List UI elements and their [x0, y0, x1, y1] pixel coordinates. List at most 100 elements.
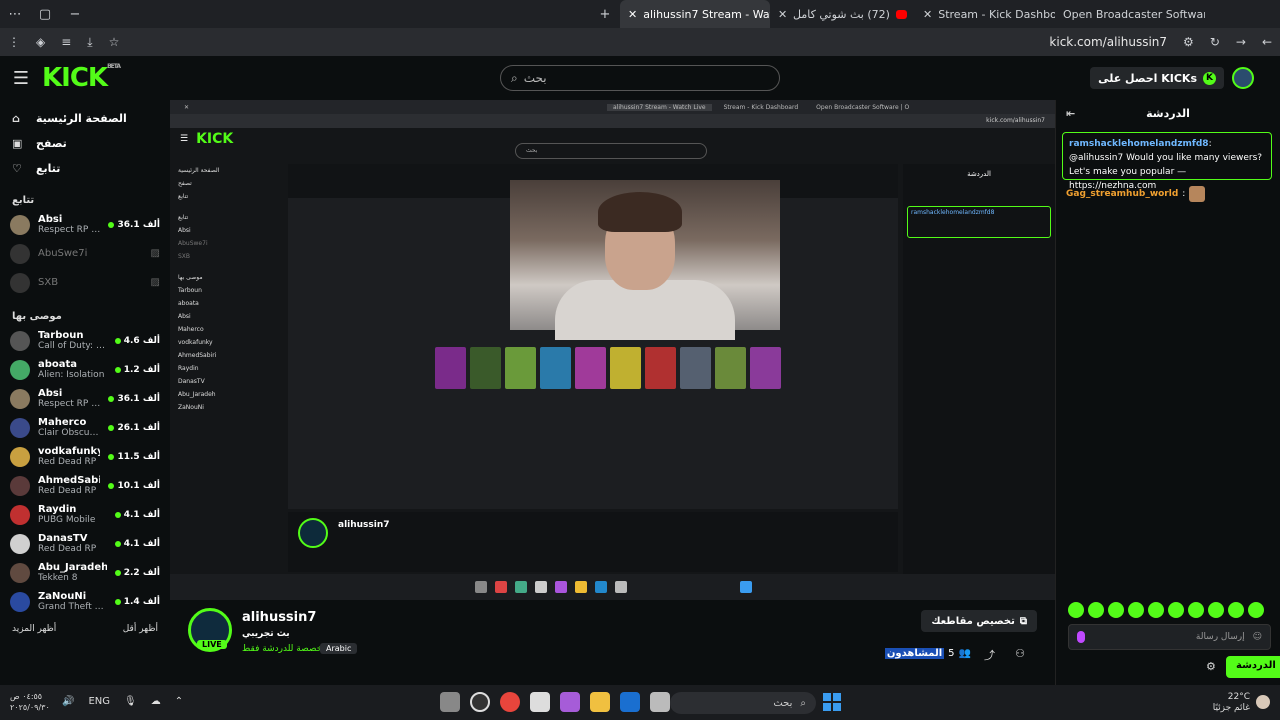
user-avatar[interactable] — [1232, 67, 1254, 89]
stream-category[interactable]: مخصصة للدردشة فقط — [242, 644, 327, 654]
tab-kick-dashboard[interactable]: ✕ Stream - Kick Dashboard K — [915, 0, 1055, 28]
cloud-icon[interactable]: ☁ — [151, 696, 161, 707]
emote-icon[interactable] — [1148, 602, 1164, 618]
channel-item[interactable]: SXB ▨ — [0, 268, 170, 297]
url-field[interactable]: kick.com/alihussin7 — [1049, 35, 1167, 49]
chat-username[interactable]: ramshacklehomelandzmfd8 — [1069, 139, 1209, 149]
channel-item[interactable]: AhmedSabiriRed Dead RP10.1 ألف — [0, 471, 170, 500]
channel-item[interactable]: MahercoClair Obscur: Exp...26.1 ألف — [0, 413, 170, 442]
kicks-icon: K — [1203, 71, 1216, 85]
tab-youtube[interactable]: ✕ (72) بث شوتي كامل - مسكنا فلا — [770, 0, 915, 28]
emote-icon[interactable] — [1068, 602, 1084, 618]
show-more-link[interactable]: أظهر المزيد — [12, 624, 56, 634]
emote-icon[interactable] — [1228, 602, 1244, 618]
channel-item[interactable]: AbuSwe7i ▨ — [0, 239, 170, 268]
video-player[interactable]: ✕ alihussin7 Stream - Watch Live Stream … — [170, 100, 1055, 600]
emoji-icon[interactable]: ☺ — [1253, 632, 1262, 642]
emote-icon[interactable] — [1108, 602, 1124, 618]
chat-username[interactable]: Gag_streamhub_world — [1066, 189, 1178, 199]
pinned-message: ramshacklehomelandzmfd8: @alihussin7 Wou… — [1062, 132, 1272, 191]
search-icon: ⌕ — [800, 697, 806, 709]
emote-icon[interactable] — [1088, 602, 1104, 618]
channel-name[interactable]: alihussin7 — [242, 610, 316, 625]
speaker-icon[interactable]: 🔊 — [62, 696, 74, 707]
weather-widget[interactable]: 22°C غائم جزئيًا — [1213, 692, 1250, 714]
terminal-app-icon[interactable] — [650, 692, 670, 712]
start-button[interactable] — [823, 693, 841, 711]
channel-item[interactable]: TarbounCall of Duty: Black ...4.6 ألف — [0, 326, 170, 355]
share-icon[interactable]: ⤴ — [984, 647, 995, 663]
chevron-up-icon[interactable]: ⌃ — [175, 696, 183, 707]
emote-icon[interactable] — [1208, 602, 1224, 618]
restore-icon[interactable]: ▢ — [30, 0, 60, 28]
minimize-icon[interactable]: − — [60, 0, 90, 28]
channel-item[interactable]: Raydin PUBG Mobile 4.1 ألف — [0, 500, 170, 529]
taskbar-apps — [440, 692, 670, 712]
mic-icon[interactable]: 🎙 — [124, 696, 137, 707]
avatar — [10, 272, 30, 293]
home-icon: ⌂ — [12, 112, 20, 125]
collapse-chat-icon[interactable]: ⇤ — [1066, 107, 1075, 120]
download-icon[interactable]: ⤓ — [87, 35, 92, 50]
obs-app-icon[interactable] — [470, 692, 490, 712]
channel-item[interactable]: AbsiRespect RP (GTA)36.1 ألف — [0, 384, 170, 413]
forward-icon[interactable]: → — [1236, 35, 1246, 49]
hamburger-menu-icon[interactable]: ☰ — [0, 68, 42, 89]
mic-icon[interactable] — [1077, 631, 1085, 643]
chat-input[interactable]: إرسال رسالة ☺ — [1068, 624, 1271, 650]
reading-list-icon[interactable]: ≡ — [61, 35, 71, 49]
show-less-link[interactable]: أظهر أقل — [123, 624, 158, 634]
emote-icon[interactable] — [1168, 602, 1184, 618]
calculator-app-icon[interactable] — [530, 692, 550, 712]
chat-settings-icon[interactable]: ⚙ — [1206, 660, 1216, 673]
outlook-app-icon[interactable] — [620, 692, 640, 712]
channel-item[interactable]: aboata Alien: Isolation 1.2 ألف — [0, 355, 170, 384]
star-icon[interactable]: ☆ — [109, 35, 120, 49]
recommended-title: موصى بها — [12, 311, 62, 322]
new-tab-icon[interactable]: + — [590, 0, 620, 28]
close-tab-icon[interactable]: ✕ — [628, 8, 637, 21]
user-plus-icon[interactable]: ⚇ — [1015, 647, 1025, 660]
kick-logo[interactable]: KICKBETA — [42, 63, 121, 93]
emote-icon[interactable] — [1128, 602, 1144, 618]
live-dot-icon — [108, 424, 115, 431]
channel-item[interactable]: AbsiRespect RP (GTA) 36.1 ألف — [0, 210, 170, 239]
nav-following[interactable]: ♡ تتابع — [0, 156, 170, 181]
tab-kick-stream[interactable]: ✕ alihussin7 Stream - Watch Live K — [620, 0, 770, 28]
taskbar-search[interactable]: بحث ⌕ — [670, 692, 816, 714]
reload-icon[interactable]: ↻ — [1210, 35, 1220, 49]
emote-icon[interactable] — [1188, 602, 1204, 618]
chat-panel: ⇤ الدردشة ramshacklehomelandzmfd8: @alih… — [1055, 100, 1280, 685]
clock[interactable]: ٠٤:٥٥ ص ٢٠٢٥/٠٩/٣٠ — [10, 691, 50, 713]
extension-icon[interactable]: ◈ — [36, 35, 45, 49]
channel-item[interactable]: vodkafunky Red Dead RP 11.5 ألف — [0, 442, 170, 471]
chat-send-button[interactable]: الدردشة — [1226, 656, 1280, 678]
tab-obs[interactable]: Open Broadcaster Software | O K — [1055, 0, 1205, 28]
avatar — [10, 417, 30, 438]
site-settings-icon[interactable]: ⚙ — [1183, 35, 1194, 49]
copilot-app-icon[interactable] — [560, 692, 580, 712]
close-tab-icon[interactable]: ✕ — [778, 8, 787, 21]
file-explorer-icon[interactable] — [590, 692, 610, 712]
stream-info: LIVE alihussin7 بث تجريبي مخصصة للدردشة … — [170, 600, 1055, 685]
browser-tabbar: ⋯ ▢ − + ✕ alihussin7 Stream - Watch Live… — [0, 0, 1280, 28]
close-tab-icon[interactable]: ✕ — [923, 8, 932, 21]
settings-app-icon[interactable] — [440, 692, 460, 712]
avatar — [10, 359, 30, 380]
menu-icon[interactable]: ⋮ — [8, 35, 20, 49]
language-tag[interactable]: Arabic — [320, 643, 358, 654]
language-indicator[interactable]: ENG — [88, 696, 110, 707]
nav-browse[interactable]: ▣ تصفح — [0, 131, 170, 156]
window-menu-icon[interactable]: ⋯ — [0, 0, 30, 28]
channel-item[interactable]: Abu_Jaradeh Tekken 8 2.2 ألف — [0, 558, 170, 587]
back-icon[interactable]: ← — [1262, 35, 1272, 49]
chrome-app-icon[interactable] — [500, 692, 520, 712]
emote-icon[interactable] — [1248, 602, 1264, 618]
live-dot-icon — [114, 569, 121, 576]
channel-item[interactable]: DanasTV Red Dead RP 4.1 ألف — [0, 529, 170, 558]
search-input[interactable]: ⌕ بحث — [500, 65, 780, 91]
channel-item[interactable]: ZaNouNiGrand Theft Auto V...1.4 ألف — [0, 587, 170, 616]
get-kicks-button[interactable]: احصل على KICKs K — [1090, 67, 1224, 89]
nav-home[interactable]: ⌂ الصفحة الرئيسية — [0, 106, 170, 131]
customize-clips-button[interactable]: تخصيص مقاطعك ⧉ — [921, 610, 1037, 632]
